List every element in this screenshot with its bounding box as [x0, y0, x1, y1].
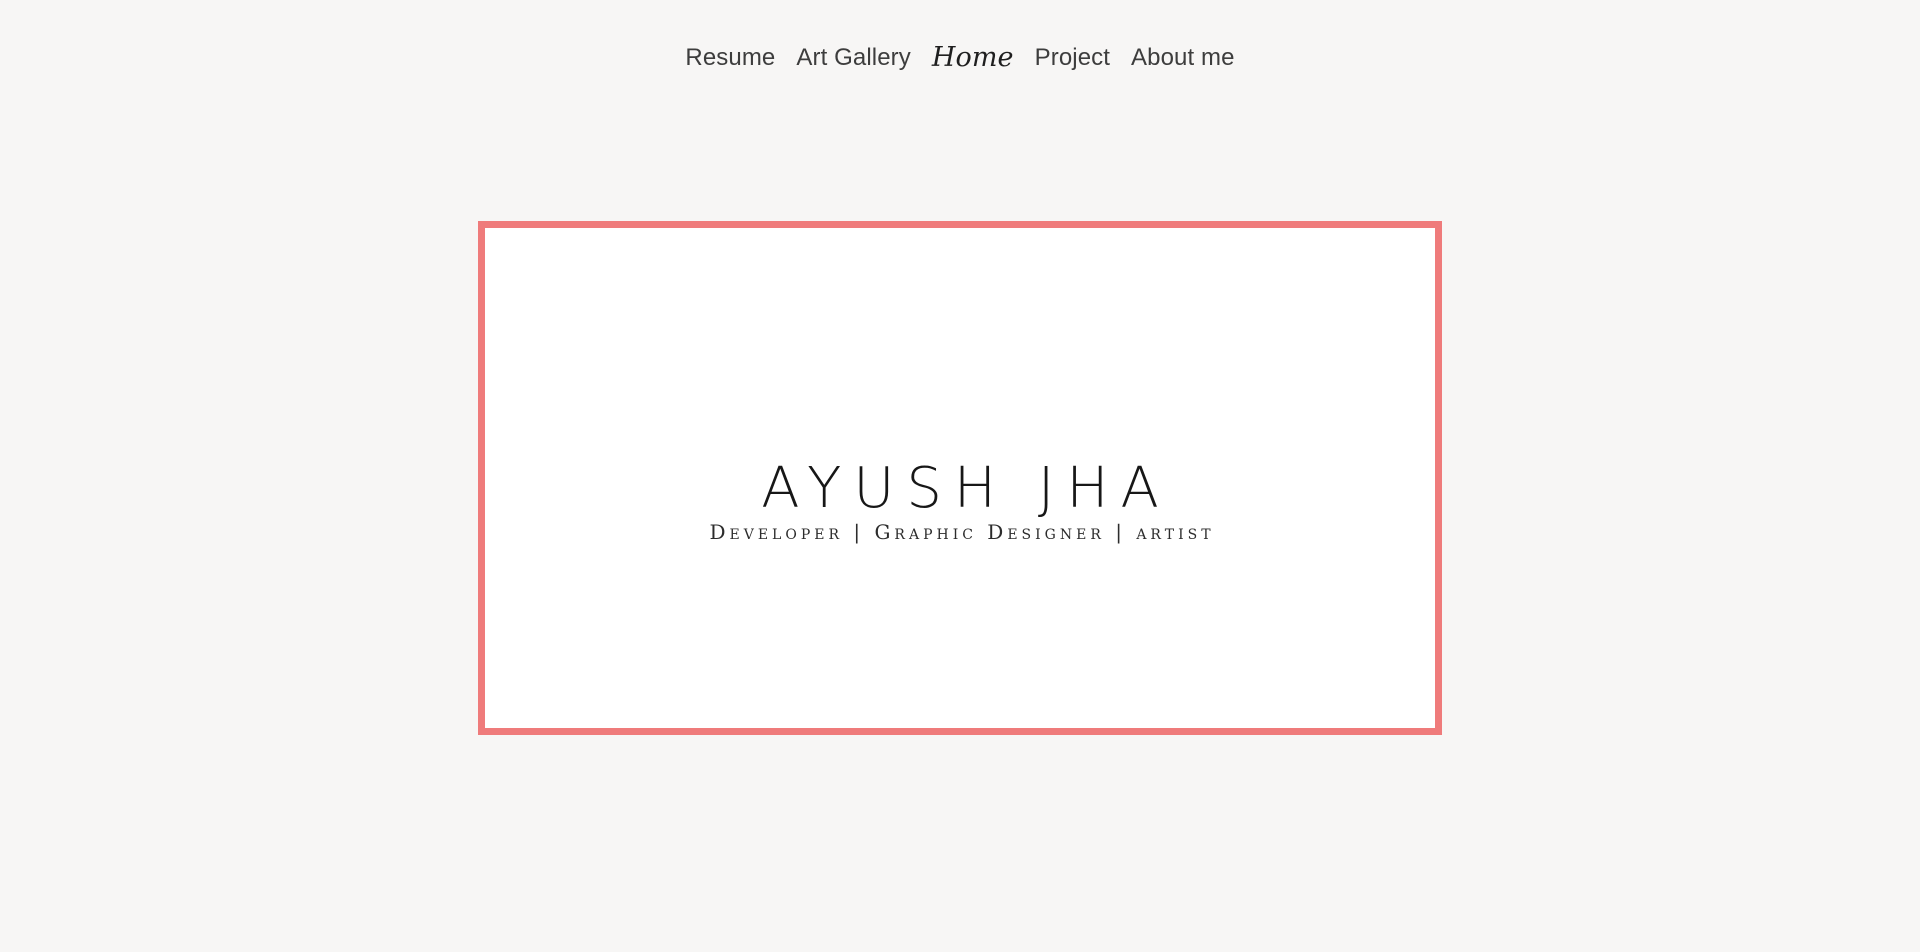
nav-link-about-me[interactable]: About me [1131, 36, 1235, 80]
nav-link-project[interactable]: Project [1035, 36, 1110, 80]
hero-name: AYUSH JHA [761, 455, 1171, 521]
page: Resume Art Gallery Home Project About me… [0, 0, 1920, 952]
nav-link-art-gallery[interactable]: Art Gallery [796, 36, 910, 80]
hero-tagline: Developer | Graphic Designer | artist [709, 520, 1215, 544]
top-navigation: Resume Art Gallery Home Project About me [0, 36, 1920, 80]
hero-card: AYUSH JHA Developer | Graphic Designer |… [478, 221, 1442, 735]
nav-link-resume[interactable]: Resume [685, 36, 775, 80]
nav-link-home[interactable]: Home [932, 36, 1014, 80]
